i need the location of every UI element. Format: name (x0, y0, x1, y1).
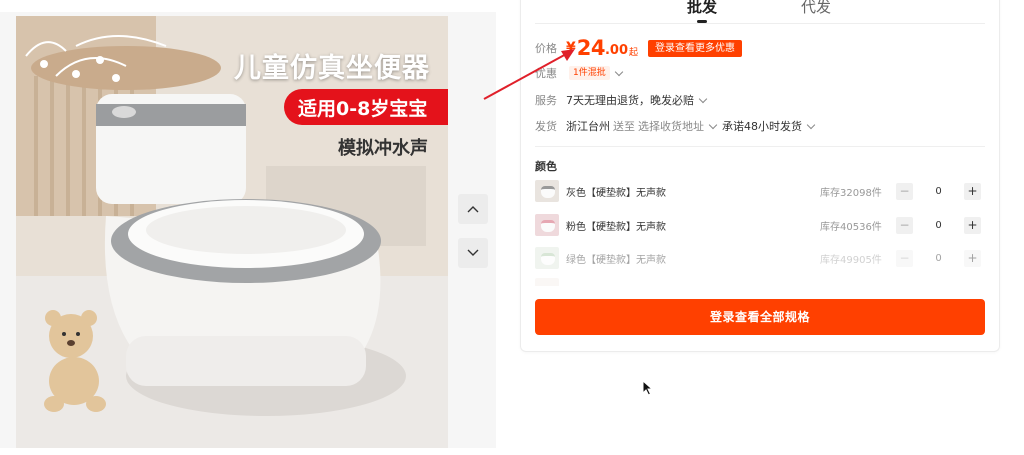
price-label: 价格 (535, 42, 557, 55)
gallery-prev-button[interactable] (458, 194, 488, 224)
gallery-next-button[interactable] (458, 238, 488, 268)
chevron-up-icon (467, 206, 479, 213)
mixed-batch-tag: 1件混批 (569, 66, 610, 80)
image-headline: 儿童仿真坐便器 (234, 53, 430, 84)
dropdown-chevron-icon[interactable] (708, 120, 718, 129)
cursor-icon (642, 380, 654, 396)
price-row: 价格 ¥ 24 .00 起 登录查看更多优惠 (535, 36, 743, 60)
quantity-value[interactable]: 0 (913, 186, 964, 197)
service-label: 服务 (535, 94, 557, 107)
sku-stock: 库存32098件 (820, 187, 882, 199)
image-age-badge-text: 适用0-8岁宝宝 (298, 98, 428, 120)
sku-row-gray: 灰色【硬垫款】无声款 库存32098件 − 0 + (535, 178, 985, 204)
color-section-title: 颜色 (535, 160, 557, 173)
sku-row-pink: 粉色【硬垫款】无声款 库存40536件 − 0 + (535, 212, 985, 238)
sku-name: 绿色【硬垫款】无声款 (566, 254, 666, 266)
sku-name: 粉色【硬垫款】无声款 (566, 221, 666, 233)
shipping-origin: 浙江台州 (566, 120, 610, 133)
shipping-row: 发货 浙江台州 送至 选择收货地址 承诺48小时发货 (535, 118, 820, 134)
sku-row-green: 绿色【硬垫款】无声款 库存49905件 − 0 + (535, 245, 985, 271)
plus-icon[interactable]: + (964, 216, 981, 234)
service-text[interactable]: 7天无理由退货，晚发必赔 (566, 92, 694, 108)
sku-name: 灰色【硬垫款】无声款 (566, 187, 666, 199)
chevron-down-icon (467, 249, 479, 256)
sku-list: 灰色【硬垫款】无声款 库存32098件 − 0 + 粉色【硬垫款】无声款 库存4… (535, 176, 985, 286)
quantity-stepper: − 0 + (896, 216, 981, 234)
minus-icon[interactable]: − (896, 182, 913, 200)
shipping-to: 送至 (613, 120, 635, 133)
address-select[interactable]: 选择收货地址 (638, 118, 704, 134)
login-more-discounts-button[interactable]: 登录查看更多优惠 (648, 39, 743, 57)
quantity-value[interactable]: 0 (913, 253, 964, 264)
divider (535, 146, 985, 147)
sku-stock: 库存49905件 (820, 254, 882, 266)
price-decimal: .00 (604, 43, 629, 58)
dropdown-chevron-icon[interactable] (698, 94, 708, 103)
tab-wholesale[interactable]: 批发 (687, 0, 717, 23)
quantity-stepper: − 0 + (896, 182, 981, 200)
sku-row-partial (535, 276, 985, 286)
minus-icon[interactable]: − (896, 216, 913, 234)
plus-icon[interactable]: + (964, 249, 981, 267)
dropdown-chevron-icon[interactable] (614, 67, 623, 76)
purchase-mode-tabs: 批发 代发 (535, 0, 985, 24)
product-main-image[interactable]: 儿童仿真坐便器 适用0-8岁宝宝 模拟冲水声 (16, 16, 448, 448)
shipping-promise[interactable]: 承诺48小时发货 (722, 118, 802, 134)
price-currency: ¥ (566, 40, 576, 56)
discount-label: 优惠 (535, 67, 557, 80)
sku-thumbnail[interactable] (535, 278, 559, 286)
sku-thumbnail[interactable] (535, 180, 559, 202)
login-view-all-specs-button[interactable]: 登录查看全部规格 (535, 299, 985, 335)
quantity-stepper: − 0 + (896, 249, 981, 267)
tab-dropship[interactable]: 代发 (801, 0, 831, 18)
image-age-badge: 适用0-8岁宝宝 (284, 89, 448, 125)
price-suffix: 起 (629, 48, 639, 58)
quantity-value[interactable]: 0 (913, 220, 964, 231)
price-integer: 24 (576, 36, 606, 60)
plus-icon[interactable]: + (964, 182, 981, 200)
sku-stock: 库存40536件 (820, 221, 882, 233)
page: 儿童仿真坐便器 适用0-8岁宝宝 模拟冲水声 批发 代发 价格 ¥ 24 .00… (0, 0, 1024, 455)
image-feature-text: 模拟冲水声 (338, 138, 428, 159)
sku-thumbnail[interactable] (535, 247, 559, 269)
discount-row: 优惠 1件混批 (535, 65, 628, 81)
service-row: 服务 7天无理由退货，晚发必赔 (535, 92, 712, 108)
dropdown-chevron-icon[interactable] (806, 120, 816, 129)
shipping-label: 发货 (535, 120, 557, 133)
purchase-panel: 批发 代发 价格 ¥ 24 .00 起 登录查看更多优惠 优惠 1件混批 服务 … (520, 0, 1000, 352)
minus-icon[interactable]: − (896, 249, 913, 267)
sku-thumbnail[interactable] (535, 214, 559, 236)
